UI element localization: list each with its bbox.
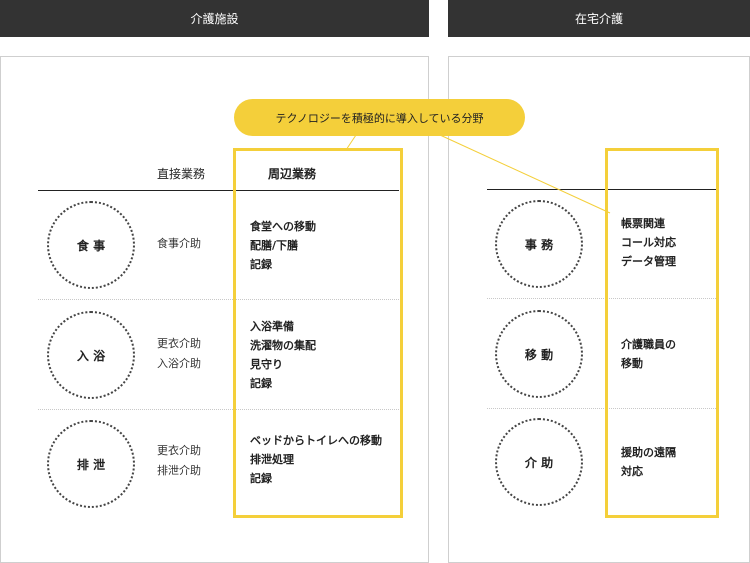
assistance-circle-label: 介 助 — [524, 455, 554, 470]
peripheral-task: 入浴準備 — [250, 320, 294, 333]
peripheral-task: 排泄処理 — [250, 453, 294, 466]
assistance-peripheral-tasks: 援助の遠隔 対応 — [621, 443, 676, 481]
home-care-header: 在宅介護 — [448, 0, 750, 37]
peripheral-task: 見守り — [250, 358, 283, 371]
bath-circle-label: 入 浴 — [76, 348, 106, 363]
toilet-circle-label: 排 泄 — [76, 457, 106, 472]
meal-direct-tasks: 食事介助 — [157, 234, 201, 254]
peripheral-task: 記録 — [250, 472, 272, 485]
peripheral-work-heading: 周辺業務 — [268, 167, 317, 181]
meal-circle-label: 食 事 — [76, 238, 106, 253]
bath-peripheral-tasks: 入浴準備 洗濯物の集配 見守り 記録 — [250, 317, 316, 393]
peripheral-task: 移動 — [621, 357, 643, 370]
technology-callout-text: テクノロジーを積極的に導入している分野 — [275, 111, 484, 125]
direct-task: 入浴介助 — [157, 357, 201, 370]
bath-direct-tasks: 更衣介助 入浴介助 — [157, 334, 201, 374]
peripheral-task: 帳票関連 — [621, 217, 665, 230]
facility-header: 介護施設 — [0, 0, 429, 37]
peripheral-task: 記録 — [250, 377, 272, 390]
office-work-circle-label: 事 務 — [524, 237, 554, 252]
direct-task: 更衣介助 — [157, 444, 201, 457]
direct-work-heading: 直接業務 — [157, 167, 206, 181]
peripheral-task: コール対応 — [621, 236, 676, 249]
peripheral-task: 食堂への移動 — [250, 220, 316, 233]
technology-callout: テクノロジーを積極的に導入している分野 — [234, 99, 525, 136]
toilet-circle: 排 泄 — [47, 420, 135, 508]
peripheral-task: 配膳/下膳 — [250, 239, 299, 252]
facility-header-title: 介護施設 — [190, 12, 239, 26]
peripheral-task: 洗濯物の集配 — [250, 339, 316, 352]
peripheral-task: 介護職員の — [621, 338, 676, 351]
toilet-peripheral-tasks: ベッドからトイレへの移動 排泄処理 記録 — [250, 431, 382, 488]
toilet-direct-tasks: 更衣介助 排泄介助 — [157, 441, 201, 481]
travel-circle: 移 動 — [495, 310, 583, 398]
peripheral-task: 援助の遠隔 — [621, 446, 676, 459]
office-work-peripheral-tasks: 帳票関連 コール対応 データ管理 — [621, 214, 676, 271]
direct-task: 排泄介助 — [157, 464, 201, 477]
peripheral-task: データ管理 — [621, 255, 676, 268]
home-care-header-title: 在宅介護 — [574, 12, 623, 26]
travel-circle-label: 移 動 — [524, 347, 554, 362]
direct-task: 更衣介助 — [157, 337, 201, 350]
office-work-circle: 事 務 — [495, 200, 583, 288]
bath-circle: 入 浴 — [47, 311, 135, 399]
peripheral-task: ベッドからトイレへの移動 — [250, 434, 382, 447]
travel-peripheral-tasks: 介護職員の 移動 — [621, 335, 676, 373]
peripheral-task: 対応 — [621, 465, 643, 478]
direct-task: 食事介助 — [157, 237, 201, 250]
peripheral-task: 記録 — [250, 258, 272, 271]
meal-circle: 食 事 — [47, 201, 135, 289]
meal-peripheral-tasks: 食堂への移動 配膳/下膳 記録 — [250, 217, 316, 274]
assistance-circle: 介 助 — [495, 418, 583, 506]
